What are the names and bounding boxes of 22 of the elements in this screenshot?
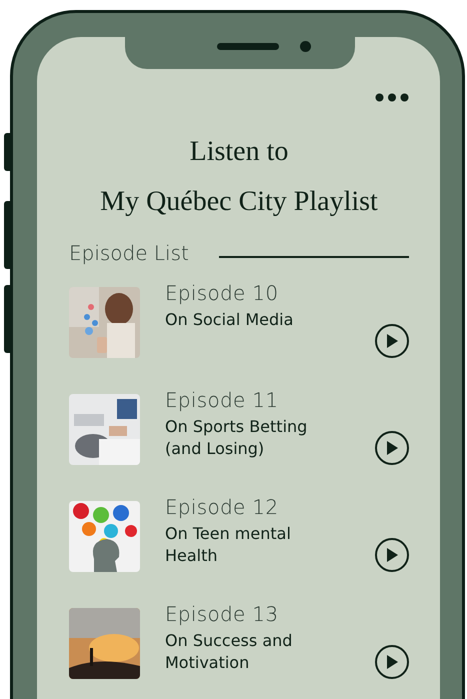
camera-icon: [300, 41, 311, 52]
play-button[interactable]: [375, 430, 409, 464]
playlist-title: My Québec City Playlist: [99, 185, 379, 219]
play-icon: [386, 654, 398, 668]
playlist-title: Listen to: [188, 135, 290, 169]
play-button[interactable]: [375, 324, 409, 358]
more-icon[interactable]: [375, 92, 409, 102]
speaker-icon: [217, 43, 279, 50]
section-label: Episode List: [69, 241, 189, 265]
episode-title: On Social Media: [165, 309, 294, 331]
episode-number: Episode 13: [165, 602, 280, 626]
episode-title: On Success and Motivation: [165, 630, 294, 674]
play-button[interactable]: [375, 644, 409, 678]
play-icon: [386, 548, 398, 562]
play-icon: [386, 334, 398, 348]
episode-title: On Teen mental Health: [165, 523, 292, 567]
play-icon: [386, 440, 398, 454]
episode-number: Episode 12: [165, 495, 280, 519]
episode-title: On Sports Betting (and Losing): [165, 416, 308, 460]
episode-number: Episode 10: [165, 281, 280, 305]
episode-number: Episode 11: [165, 388, 280, 412]
play-button[interactable]: [375, 538, 409, 572]
